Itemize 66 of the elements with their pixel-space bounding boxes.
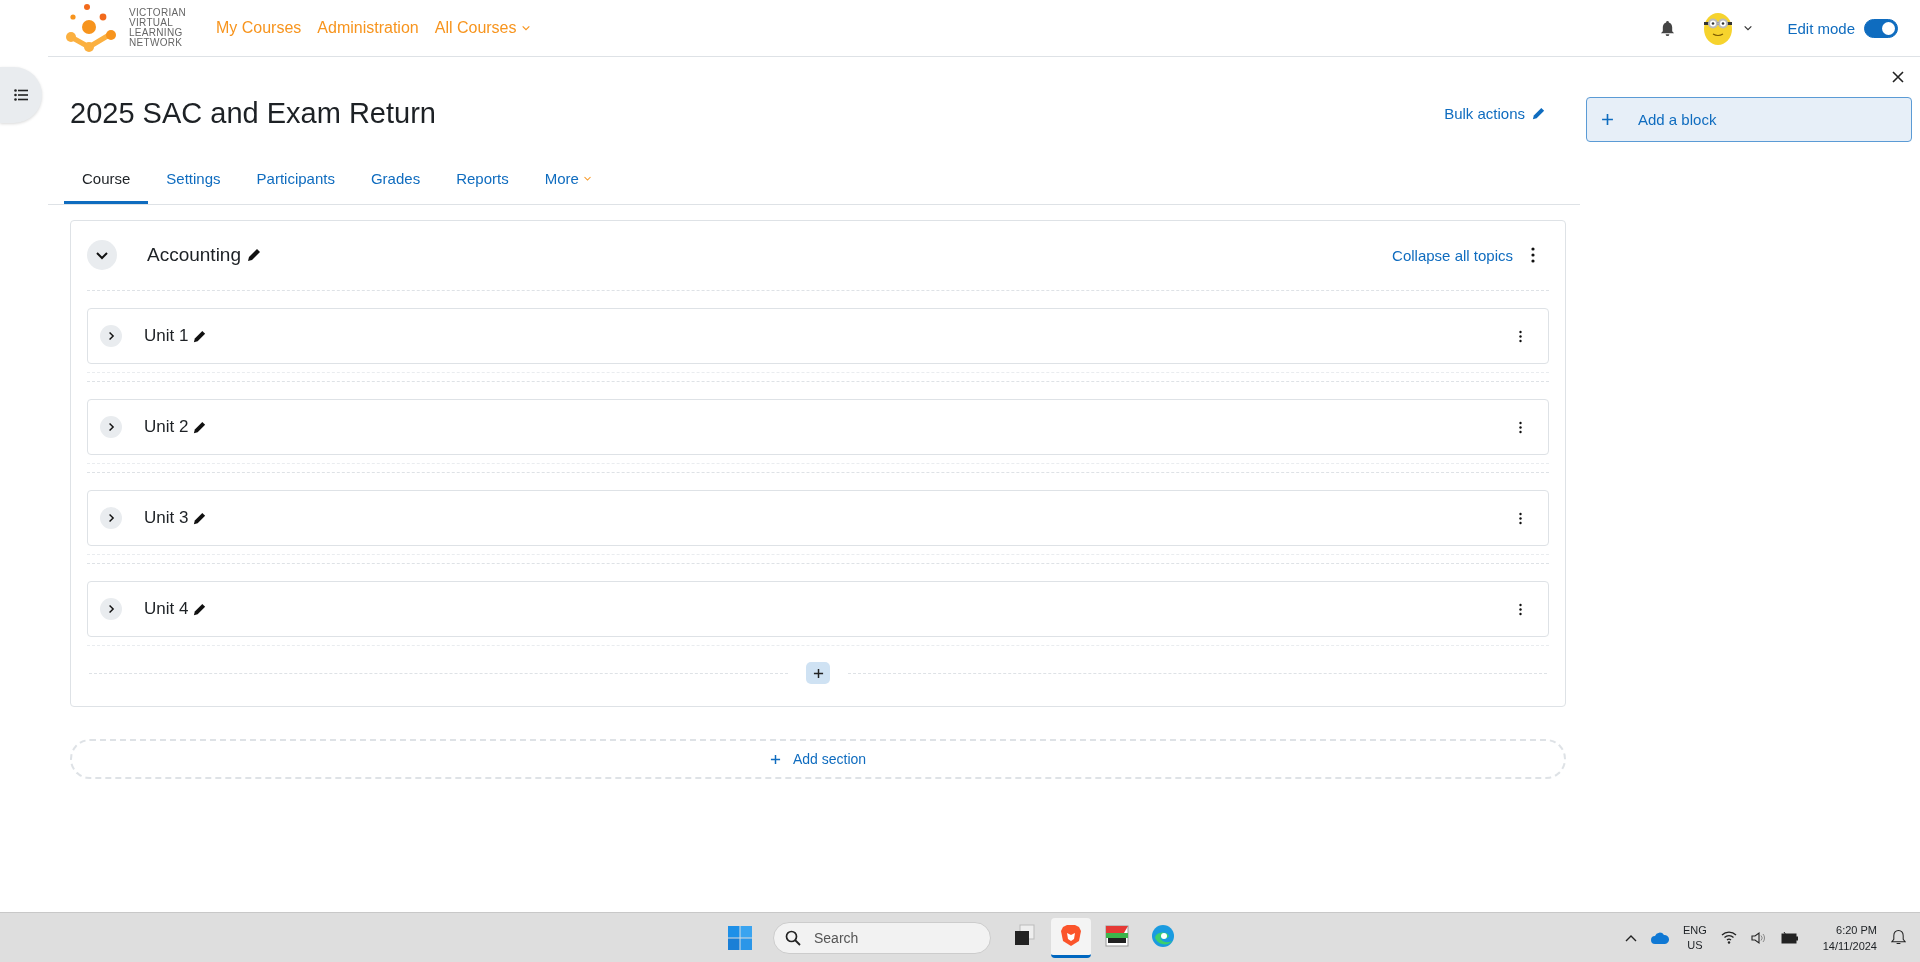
chevron-icon bbox=[106, 331, 116, 341]
subsection-title: Unit 2 bbox=[144, 417, 189, 437]
add-button[interactable] bbox=[806, 662, 830, 684]
search-icon bbox=[785, 929, 801, 946]
browser-icon bbox=[1150, 923, 1176, 949]
expand-button[interactable] bbox=[100, 416, 122, 438]
lion-icon bbox=[1058, 923, 1084, 949]
bell-icon[interactable] bbox=[1660, 19, 1676, 37]
edit-mode-toggle[interactable] bbox=[1864, 18, 1898, 38]
nav-tab[interactable]: Grades bbox=[352, 160, 439, 204]
chevron-icon bbox=[106, 604, 116, 614]
speaker-icon[interactable] bbox=[1750, 930, 1767, 945]
clock[interactable]: 6:20 PM 14/11/2024 bbox=[1822, 921, 1877, 954]
nav-tab[interactable]: Reports bbox=[438, 160, 527, 204]
chevron-up-icon[interactable] bbox=[1624, 933, 1637, 942]
section-title: Accounting bbox=[147, 244, 241, 266]
subsection-title: Unit 4 bbox=[144, 599, 189, 619]
caret-icon bbox=[520, 23, 531, 33]
list-icon bbox=[14, 89, 28, 101]
more-icon[interactable] bbox=[1519, 329, 1522, 343]
chevron-icon bbox=[106, 422, 116, 432]
more-icon[interactable] bbox=[1531, 247, 1535, 263]
battery-icon[interactable] bbox=[1780, 931, 1799, 944]
clock-date: 14/11/2024 bbox=[1822, 938, 1877, 954]
pencil-icon[interactable] bbox=[246, 247, 262, 263]
plus-icon bbox=[1601, 113, 1614, 126]
collapse-all-link[interactable]: Collapse all topics bbox=[1392, 246, 1513, 264]
clock-time: 6:20 PM bbox=[1835, 922, 1877, 938]
add-block-button[interactable]: Add a block bbox=[1586, 97, 1912, 142]
caret-icon bbox=[1743, 23, 1754, 33]
more-icon[interactable] bbox=[1519, 420, 1522, 434]
more-icon[interactable] bbox=[1519, 511, 1522, 525]
pencil-icon[interactable] bbox=[192, 601, 208, 617]
chevron-icon bbox=[106, 513, 116, 523]
logo-text: VICTORIAN VIRTUAL LEARNING NETWORK bbox=[129, 8, 186, 48]
add-section-button[interactable]: Add section bbox=[70, 739, 1566, 779]
bell-icon[interactable] bbox=[1891, 929, 1906, 946]
expand-button[interactable] bbox=[100, 598, 122, 620]
pencil-icon[interactable] bbox=[192, 419, 208, 435]
expand-button[interactable] bbox=[100, 507, 122, 529]
pencil-icon[interactable] bbox=[192, 328, 208, 344]
cloud-icon[interactable] bbox=[1650, 931, 1669, 944]
collapse-button[interactable] bbox=[87, 240, 117, 270]
plus-icon bbox=[812, 667, 824, 679]
plus-icon bbox=[769, 753, 781, 765]
windows-icon[interactable] bbox=[727, 924, 753, 951]
pencil-icon[interactable] bbox=[192, 510, 208, 526]
edit-mode-label: Edit mode bbox=[1787, 19, 1855, 37]
bulk-actions-link[interactable]: Bulk actions bbox=[1444, 104, 1546, 122]
terminal-icon bbox=[1104, 923, 1130, 949]
subsection-title: Unit 1 bbox=[144, 326, 189, 346]
nav-tab[interactable]: Course bbox=[64, 160, 149, 204]
expand-button[interactable] bbox=[100, 325, 122, 347]
more-icon[interactable] bbox=[1519, 602, 1522, 616]
nav-tab[interactable]: Participants bbox=[238, 160, 353, 204]
wifi-icon[interactable] bbox=[1720, 931, 1737, 944]
close-icon[interactable] bbox=[1892, 71, 1904, 83]
nav-tab[interactable]: More bbox=[526, 160, 610, 204]
nav-tab[interactable]: Settings bbox=[148, 160, 239, 204]
language-indicator[interactable]: ENG US bbox=[1682, 922, 1707, 953]
pencil-icon bbox=[1531, 105, 1546, 121]
course-index-button[interactable] bbox=[0, 67, 42, 123]
subsection-title: Unit 3 bbox=[144, 508, 189, 528]
course-title: 2025 SAC and Exam Return bbox=[70, 96, 436, 130]
caret-icon bbox=[582, 174, 592, 183]
search-field[interactable]: Search bbox=[773, 921, 991, 954]
